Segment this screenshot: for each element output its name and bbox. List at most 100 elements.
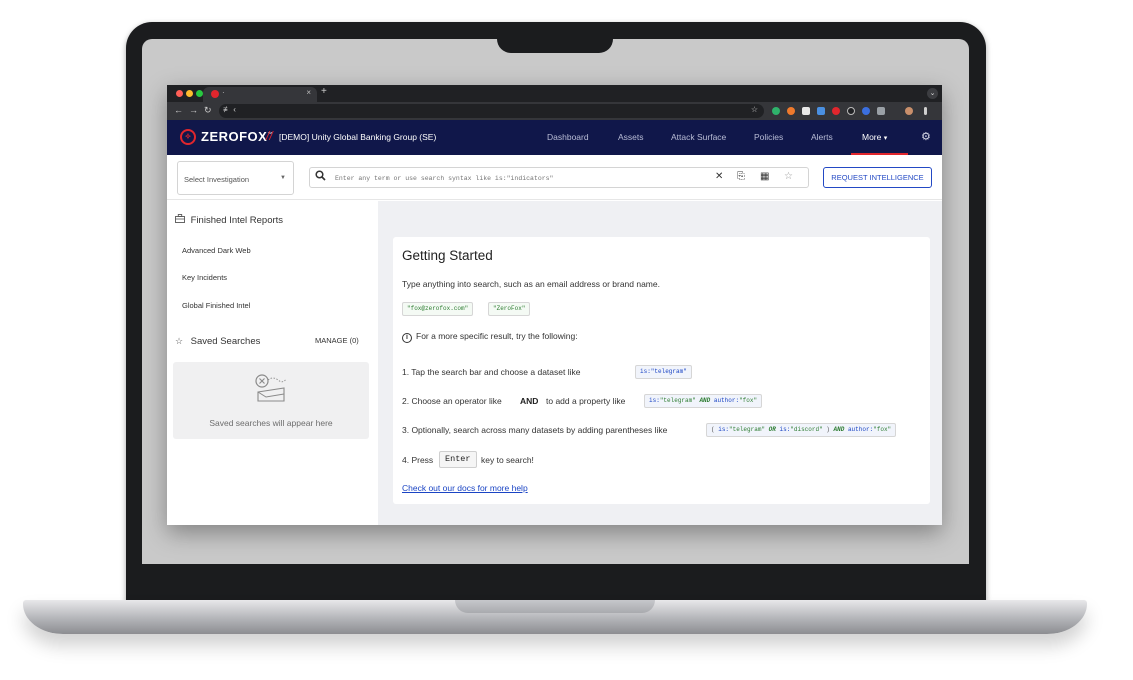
nav-attack-surface[interactable]: Attack Surface — [671, 132, 726, 142]
nav-more-label: More — [862, 132, 882, 142]
step-2-code[interactable]: is:"telegram" AND author:"fox" — [644, 394, 763, 408]
search-input[interactable] — [335, 171, 705, 185]
code-key: is: — [649, 397, 660, 404]
search-toolbar: Select Investigation ▼ ✕ ⎘ ▦ ☆ REQUEST I… — [167, 155, 942, 200]
example-chip-brand[interactable]: "ZeroFox" — [488, 302, 531, 316]
search-field[interactable]: ✕ ⎘ ▦ ☆ — [309, 167, 809, 188]
info-icon: i — [402, 333, 412, 343]
extension-icon-4[interactable] — [817, 107, 825, 115]
step-2-operator: AND — [520, 396, 539, 406]
step-4-text-b: key to search! — [481, 455, 534, 465]
getting-started-card: Getting Started Type anything into searc… — [393, 237, 930, 504]
clear-search-icon[interactable]: ✕ — [715, 171, 723, 182]
nav-assets[interactable]: Assets — [618, 132, 644, 142]
code-paren: ) — [826, 426, 830, 433]
extensions-puzzle-icon[interactable] — [877, 107, 885, 115]
code-operator: AND — [699, 397, 711, 404]
empty-search-illustration-icon — [255, 374, 287, 402]
browser-tab[interactable]: · × — [203, 87, 317, 102]
code-operator: AND — [833, 426, 845, 433]
nav-policies[interactable]: Policies — [754, 132, 783, 142]
sidebar-item-global-finished-intel[interactable]: Global Finished Intel — [182, 301, 250, 310]
investigation-select-label: Select Investigation — [184, 175, 250, 184]
saved-searches-empty-text: Saved searches will appear here — [209, 418, 333, 428]
bookmark-star-icon[interactable]: ☆ — [751, 105, 758, 114]
info-hint: i For a more specific result, try the fol… — [402, 331, 578, 343]
extension-icon-5[interactable] — [832, 107, 840, 115]
extension-icon-3[interactable] — [802, 107, 810, 115]
code-key: is: — [779, 426, 791, 433]
code-key: author: — [847, 426, 874, 433]
code-key: author: — [713, 397, 740, 404]
docs-link[interactable]: Check out our docs for more help — [402, 483, 528, 493]
code-operator: OR — [768, 426, 776, 433]
back-icon[interactable]: ← — [174, 105, 183, 115]
window-maximize-button[interactable] — [196, 90, 203, 97]
url-text: ≢ ‹ — [223, 105, 236, 114]
step-3-text: 3. Optionally, search across many datase… — [402, 425, 668, 435]
page-title: Getting Started — [402, 248, 493, 263]
url-bar[interactable]: ≢ ‹ ☆ — [219, 104, 764, 118]
profile-avatar[interactable] — [905, 107, 913, 115]
example-chip-email[interactable]: "fox@zerofox.com" — [402, 302, 474, 316]
calendar-icon[interactable]: ▦ — [760, 171, 769, 182]
zerofox-favicon-icon — [211, 90, 219, 98]
browser-toolbar: ← → ↻ ≢ ‹ ☆ — [167, 102, 942, 120]
code-value: "discord" — [790, 426, 823, 433]
code-value: "telegram" — [729, 426, 766, 433]
laptop-camera-notch — [497, 22, 613, 53]
code-value: "fox" — [873, 426, 892, 433]
window-minimize-button[interactable] — [186, 90, 193, 97]
extension-icon-7[interactable] — [862, 107, 870, 115]
laptop-base-groove — [455, 600, 655, 613]
sidebar-item-key-incidents[interactable]: Key Incidents — [182, 273, 227, 282]
finished-intel-header[interactable]: Finished Intel Reports — [175, 214, 283, 226]
star-icon[interactable]: ☆ — [784, 171, 793, 182]
nav-dashboard[interactable]: Dashboard — [547, 132, 589, 142]
nav-more[interactable]: More ▾ — [862, 132, 887, 142]
step-2-text-b: to add a property like — [546, 396, 626, 406]
step-3-code[interactable]: ( is:"telegram" OR is:"discord" ) AND au… — [706, 423, 897, 437]
dropdown-caret-icon: ▼ — [280, 175, 286, 181]
finished-intel-title: Finished Intel Reports — [190, 215, 284, 226]
extension-icon-6[interactable] — [847, 107, 855, 115]
code-value: "telegram" — [659, 397, 696, 404]
code-key: is: — [718, 426, 730, 433]
tab-search-icon[interactable]: ⌄ — [927, 88, 938, 99]
search-icon — [315, 170, 326, 184]
step-1-text: 1. Tap the search bar and choose a datas… — [402, 367, 581, 377]
saved-searches-empty-state: Saved searches will appear here — [173, 362, 369, 439]
chevron-down-icon: ▾ — [883, 135, 888, 142]
getting-started-description: Type anything into search, such as an em… — [402, 279, 660, 289]
code-paren: ( — [711, 426, 715, 433]
new-tab-button[interactable]: + — [321, 86, 327, 97]
investigation-select[interactable]: Select Investigation ▼ — [177, 161, 294, 195]
enter-key: Enter — [439, 451, 477, 468]
extension-icon-1[interactable] — [772, 107, 780, 115]
step-1-code[interactable]: is:"telegram" — [635, 365, 692, 379]
reload-icon[interactable]: ↻ — [204, 105, 212, 116]
request-intelligence-button[interactable]: REQUEST INTELLIGENCE — [823, 167, 932, 188]
tab-close-icon[interactable]: × — [306, 88, 311, 97]
manage-saved-searches-link[interactable]: MANAGE (0) — [315, 336, 359, 345]
window-close-button[interactable] — [176, 90, 183, 97]
step-4-text-a: 4. Press — [402, 455, 434, 465]
info-hint-text: For a more specific result, try the foll… — [416, 331, 578, 341]
browser-window: · × + ⌄ ← → ↻ ≢ ‹ ☆ ✧ ZEROFOX™ // [DEMO]… — [167, 85, 942, 525]
sidebar: Finished Intel Reports Advanced Dark Web… — [167, 201, 378, 525]
tab-title: · — [222, 88, 225, 97]
logo-text[interactable]: ZEROFOX™ — [201, 129, 273, 144]
gear-icon[interactable]: ⚙ — [921, 130, 931, 143]
organization-name: [DEMO] Unity Global Banking Group (SE) — [279, 132, 437, 142]
extension-icon-2[interactable] — [787, 107, 795, 115]
nav-alerts[interactable]: Alerts — [811, 132, 833, 142]
app-header: ✧ ZEROFOX™ // [DEMO] Unity Global Bankin… — [167, 120, 942, 155]
forward-icon[interactable]: → — [189, 105, 198, 115]
saved-searches-header: ☆ Saved Searches — [175, 336, 260, 347]
header-separator: // — [266, 129, 273, 143]
browser-menu-icon[interactable] — [924, 107, 927, 115]
zerofox-logo-icon[interactable]: ✧ — [180, 129, 196, 145]
copy-icon[interactable]: ⎘ — [737, 171, 745, 182]
sidebar-item-advanced-dark-web[interactable]: Advanced Dark Web — [182, 246, 251, 255]
briefcase-icon — [175, 214, 188, 225]
